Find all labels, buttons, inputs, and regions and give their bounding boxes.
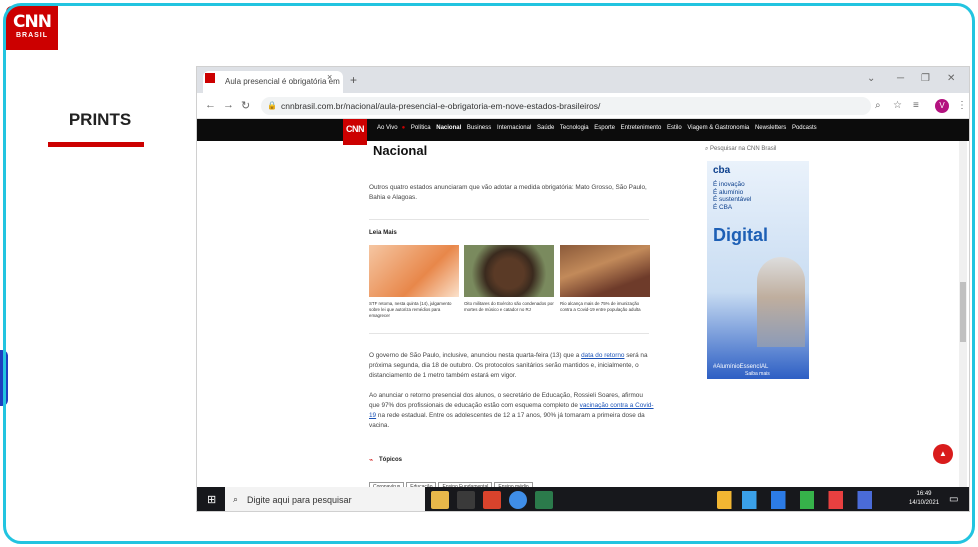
- new-tab-button[interactable]: +: [350, 73, 357, 87]
- para2-text-a: O governo de São Paulo, inclusive, anunc…: [369, 352, 582, 359]
- para3-text-b: na rede estadual. Entre os adolescentes …: [369, 412, 645, 429]
- minimize-icon[interactable]: ─: [897, 73, 904, 84]
- nav-tecnologia[interactable]: Tecnologia: [560, 125, 589, 131]
- related-thumbnail-1[interactable]: [369, 245, 459, 297]
- site-search-input[interactable]: ⌕ Pesquisar na CNN Brasil: [701, 143, 871, 157]
- lock-icon[interactable]: 🔒: [267, 101, 277, 110]
- related-caption-3[interactable]: Rio alcança mais de 75% de imunização co…: [560, 301, 652, 313]
- reload-icon[interactable]: ↻: [241, 99, 250, 112]
- data-do-retorno-link[interactable]: data do retorno: [581, 352, 624, 359]
- nav-podcasts[interactable]: Podcasts: [792, 125, 817, 131]
- nav-politica[interactable]: Política: [411, 125, 431, 131]
- nav-entretenimento[interactable]: Entretenimento: [621, 125, 662, 131]
- chrome-icon[interactable]: [509, 491, 527, 509]
- nav-ao-vivo[interactable]: Ao Vivo: [377, 125, 398, 131]
- nav-newsletters[interactable]: Newsletters: [755, 125, 786, 131]
- browser-toolbar: ← → ↻ cnnbrasil.com.br/nacional/aula-pre…: [197, 93, 969, 119]
- nav-saude[interactable]: Saúde: [537, 125, 554, 131]
- profile-avatar[interactable]: V: [935, 99, 949, 113]
- related-caption-1[interactable]: STF retoma, nesta quinta (14), julgament…: [369, 301, 461, 319]
- browser-window: Aula presencial é obrigatória em × + ⌄ ─…: [196, 66, 970, 512]
- article-paragraph-1: Outros quatro estados anunciaram que vão…: [369, 184, 647, 201]
- nav-esporte[interactable]: Esporte: [594, 125, 615, 131]
- site-nav-links: Ao Vivo ● Política Nacional Business Inte…: [377, 125, 821, 131]
- related-thumbnail-2[interactable]: [464, 245, 554, 297]
- section-title[interactable]: Nacional: [373, 143, 427, 158]
- ad-person-image: [757, 257, 805, 347]
- taskbar-search-input[interactable]: Digite aqui para pesquisar: [225, 487, 425, 511]
- scrollbar-thumb[interactable]: [960, 282, 966, 342]
- nav-estilo[interactable]: Estilo: [667, 125, 682, 131]
- site-logo[interactable]: CNN: [343, 119, 367, 145]
- notification-icon[interactable]: ▭: [949, 494, 958, 505]
- windows-start-icon[interactable]: ⊞: [207, 493, 216, 506]
- leia-mais-heading: Leia Mais: [369, 229, 397, 236]
- taskbar-search-placeholder: Digite aqui para pesquisar: [247, 495, 352, 505]
- ad-hashtag: #AlumínioEssencIAL: [713, 364, 769, 370]
- system-tray-icons[interactable]: [717, 491, 897, 509]
- nav-business[interactable]: Business: [467, 125, 491, 131]
- cnn-logo-text: CNN: [13, 12, 52, 32]
- close-window-icon[interactable]: ✕: [947, 73, 955, 84]
- article-paragraph-3: Ao anunciar o retorno presencial dos alu…: [369, 391, 655, 431]
- browser-tab[interactable]: Aula presencial é obrigatória em: [203, 71, 343, 93]
- article-paragraph-2: O governo de São Paulo, inclusive, anunc…: [369, 351, 655, 381]
- calculator-icon[interactable]: [535, 491, 553, 509]
- cnn-brasil-logo: CNN BRASIL: [6, 6, 58, 50]
- zoom-icon[interactable]: ⌕: [875, 100, 881, 111]
- tab-bar: Aula presencial é obrigatória em × + ⌄ ─…: [197, 67, 969, 93]
- related-thumbnail-3[interactable]: [560, 245, 650, 297]
- slide: CNN BRASIL PRINTS Aula presencial é obri…: [0, 0, 978, 547]
- tag-icon: ⌁: [369, 457, 374, 464]
- star-icon[interactable]: ☆: [893, 100, 902, 111]
- address-bar[interactable]: cnnbrasil.com.br/nacional/aula-presencia…: [261, 97, 871, 115]
- nav-nacional[interactable]: Nacional: [436, 125, 461, 131]
- clock-date: 14/10/2021: [909, 500, 940, 506]
- maximize-icon[interactable]: ❐: [921, 73, 930, 84]
- reading-list-icon[interactable]: ≡: [913, 100, 919, 111]
- close-tab-icon[interactable]: ×: [327, 72, 332, 82]
- brasil-logo-text: BRASIL: [15, 32, 49, 39]
- app-icon[interactable]: [483, 491, 501, 509]
- topicos-heading: Tópicos: [379, 457, 403, 463]
- tab-search-icon[interactable]: ⌄: [867, 73, 875, 84]
- nav-internacional[interactable]: Internacional: [497, 125, 531, 131]
- ad-tagline: É inovação É alumínio É sustentável É CB…: [713, 181, 752, 211]
- slide-title: PRINTS: [68, 110, 132, 129]
- ad-cta-link[interactable]: Saiba mais: [745, 371, 770, 377]
- mail-icon[interactable]: [457, 491, 475, 509]
- live-dot-icon: ●: [401, 125, 406, 131]
- url-text: cnnbrasil.com.br/nacional/aula-presencia…: [281, 101, 601, 111]
- scroll-up-button[interactable]: ▲: [933, 444, 953, 464]
- search-icon: ⌕: [233, 494, 239, 504]
- related-caption-2[interactable]: Oito militares do Exército são condenado…: [464, 301, 556, 313]
- menu-kebab-icon[interactable]: ⋮: [957, 100, 967, 111]
- nav-viagem[interactable]: Viagem & Gastronomia: [687, 125, 749, 131]
- forward-arrow-icon[interactable]: →: [223, 99, 234, 111]
- title-underline: [48, 142, 144, 147]
- file-explorer-icon[interactable]: [431, 491, 449, 509]
- divider: [369, 333, 649, 334]
- ad-headline: Digital: [713, 225, 769, 245]
- ad-brand: cba: [713, 165, 731, 176]
- clock-time: 16:49: [916, 491, 932, 497]
- search-placeholder: Pesquisar na CNN Brasil: [710, 146, 777, 152]
- divider: [369, 219, 649, 220]
- back-arrow-icon[interactable]: ←: [205, 99, 216, 111]
- taskbar-clock[interactable]: 16:49 14/10/2021: [909, 490, 939, 508]
- decorative-blue-bar: [0, 350, 8, 406]
- tab-title: Aula presencial é obrigatória em: [225, 77, 340, 86]
- cnn-favicon-icon: [205, 73, 215, 83]
